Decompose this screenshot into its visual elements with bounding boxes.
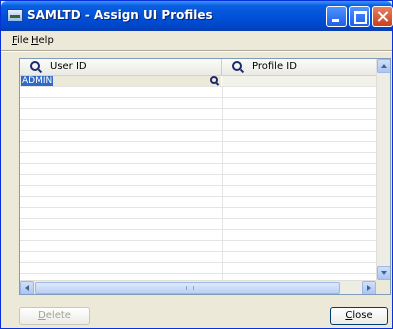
minimize-button[interactable]	[326, 6, 347, 27]
column-divider	[222, 131, 223, 141]
menu-help[interactable]: Help	[31, 35, 54, 46]
grip-icon	[186, 286, 194, 290]
table-row[interactable]	[20, 230, 376, 241]
column-divider	[222, 186, 223, 196]
table-row[interactable]	[20, 120, 376, 131]
arrow-up-icon	[381, 64, 387, 68]
table-row[interactable]	[20, 164, 376, 175]
menu-separator	[1, 50, 392, 52]
table-row[interactable]	[20, 197, 376, 208]
column-divider	[222, 230, 223, 240]
table-row[interactable]	[20, 219, 376, 230]
profiles-grid[interactable]: User ID Profile ID ADMIN	[19, 58, 391, 295]
menu-bar: File Help	[1, 32, 392, 50]
arrow-down-icon	[381, 271, 387, 275]
table-row[interactable]	[20, 109, 376, 120]
column-divider	[222, 219, 223, 229]
column-divider	[222, 120, 223, 130]
column-divider	[222, 109, 223, 119]
scroll-corner	[376, 280, 390, 294]
arrow-right-icon	[367, 285, 371, 291]
profile-id-cell[interactable]	[222, 76, 376, 86]
table-row[interactable]	[20, 186, 376, 197]
column-header-user-id[interactable]: User ID	[20, 59, 222, 75]
scroll-right-button[interactable]	[362, 281, 376, 294]
grid-rows: ADMIN	[20, 76, 376, 285]
column-divider	[222, 164, 223, 174]
table-row[interactable]	[20, 252, 376, 263]
table-row[interactable]	[20, 241, 376, 252]
arrow-left-icon	[25, 285, 29, 291]
table-row[interactable]	[20, 208, 376, 219]
column-divider	[222, 208, 223, 218]
assign-ui-profiles-window: SAMLTD - Assign UI Profiles File Help Us…	[0, 0, 393, 329]
table-row[interactable]	[20, 142, 376, 153]
column-divider	[222, 252, 223, 262]
app-window-icon	[7, 9, 23, 22]
user-id-cell[interactable]: ADMIN	[20, 76, 221, 86]
scroll-thumb[interactable]	[35, 282, 340, 294]
column-header-profile-id[interactable]: Profile ID	[222, 59, 376, 75]
horizontal-scrollbar[interactable]	[20, 280, 376, 294]
column-divider	[222, 87, 223, 97]
vertical-scrollbar[interactable]	[376, 59, 390, 280]
table-row[interactable]	[20, 131, 376, 142]
delete-button[interactable]: Delete	[19, 307, 90, 325]
maximize-button[interactable]	[349, 6, 370, 27]
column-divider	[222, 153, 223, 163]
user-id-value[interactable]: ADMIN	[21, 76, 54, 86]
column-divider	[222, 98, 223, 108]
close-window-button[interactable]	[372, 6, 393, 27]
table-row[interactable]	[20, 263, 376, 274]
scroll-left-button[interactable]	[20, 281, 34, 294]
window-title: SAMLTD - Assign UI Profiles	[27, 8, 213, 22]
menu-file[interactable]: File	[12, 35, 29, 46]
table-row[interactable]	[20, 98, 376, 109]
grid-header: User ID Profile ID	[20, 59, 376, 76]
column-divider	[222, 175, 223, 185]
search-icon[interactable]	[232, 61, 242, 71]
lookup-icon[interactable]	[210, 76, 218, 84]
title-bar[interactable]: SAMLTD - Assign UI Profiles	[1, 1, 393, 31]
table-row[interactable]	[20, 175, 376, 186]
table-row[interactable]: ADMIN	[20, 76, 376, 87]
column-divider	[222, 197, 223, 207]
search-icon[interactable]	[30, 61, 40, 71]
column-divider	[222, 241, 223, 251]
column-divider	[222, 263, 223, 273]
close-button[interactable]: Close	[330, 307, 388, 325]
scroll-down-button[interactable]	[377, 266, 390, 280]
table-row[interactable]	[20, 87, 376, 98]
column-divider	[222, 142, 223, 152]
scroll-up-button[interactable]	[377, 59, 390, 73]
table-row[interactable]	[20, 153, 376, 164]
